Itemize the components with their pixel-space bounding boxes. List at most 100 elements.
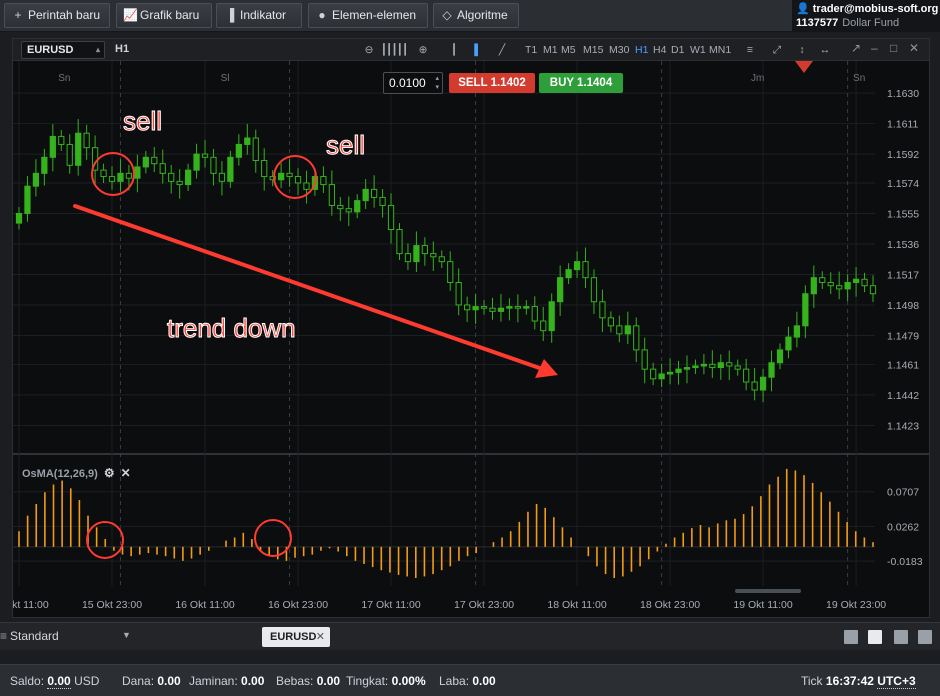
candle	[303, 182, 310, 190]
time-axis-label: 18 Okt 11:00	[547, 599, 607, 611]
candle	[201, 153, 209, 158]
candle	[430, 253, 437, 258]
elements-button[interactable]: ● Elemen-elemen	[308, 3, 428, 28]
timeframe-t1[interactable]: T1	[525, 42, 537, 58]
candle	[751, 381, 758, 391]
candle	[142, 156, 149, 168]
new-order-button[interactable]: + Perintah baru	[4, 3, 110, 28]
candle	[734, 365, 741, 370]
indicator-tick-label: 0.0262	[887, 521, 919, 533]
indicators-button[interactable]: ▐ Indikator	[216, 3, 302, 28]
timeframe-w1[interactable]: W1	[690, 42, 706, 58]
candlestick-icon[interactable]: ▌	[471, 42, 485, 58]
detach-icon[interactable]: ↗	[851, 41, 861, 55]
candle	[633, 325, 640, 351]
candle	[49, 135, 56, 158]
candle	[666, 371, 674, 375]
candle	[675, 368, 682, 373]
zoom-slider[interactable]: ┃┃┃┃┃	[379, 42, 409, 58]
timeframe-h1[interactable]: H1	[635, 42, 648, 58]
candle	[497, 307, 505, 312]
layout-single-icon[interactable]	[844, 630, 858, 644]
candle	[836, 285, 843, 290]
indicator-close-icon[interactable]: ✕	[121, 466, 131, 480]
sell-label: SELL	[458, 77, 488, 89]
candle	[793, 325, 801, 338]
timeframe-d1[interactable]: D1	[671, 42, 684, 58]
horizontal-line-icon[interactable]: ↔	[817, 42, 833, 58]
tingkat-value: 0.00%	[391, 674, 426, 688]
chart-plot[interactable]: 1.1630 1.1611 1.1592 1.1574 1.1555 1.1536 1.15…	[13, 61, 929, 617]
candle	[41, 156, 48, 174]
maximize-icon[interactable]: □	[890, 41, 897, 55]
timezone-select[interactable]: UTC+3	[877, 674, 916, 689]
minimize-icon[interactable]: –	[871, 41, 878, 55]
zoom-out-icon[interactable]: ⊖	[363, 42, 375, 58]
candle	[286, 172, 293, 178]
candle	[785, 336, 792, 351]
buy-price: 1.1404	[577, 77, 613, 89]
timeframe-m5[interactable]: M5	[561, 42, 576, 58]
user-icon: 👤	[796, 3, 810, 15]
sell-button[interactable]: SELL 1.1402	[449, 73, 535, 93]
tab-close-icon[interactable]: ✕	[316, 627, 325, 647]
elements-icon: ●	[318, 8, 326, 22]
candle	[514, 306, 521, 309]
candle	[624, 325, 631, 335]
new-chart-button[interactable]: 📈 Grafik baru	[116, 3, 212, 28]
gear-icon[interactable]: ⚙	[104, 466, 115, 480]
candle	[472, 306, 479, 311]
horizontal-scrollbar[interactable]	[735, 589, 801, 593]
close-icon[interactable]: ✕	[909, 41, 919, 55]
chevron-down-icon[interactable]: ▼	[122, 630, 131, 640]
buy-button[interactable]: BUY 1.1404	[539, 73, 623, 93]
menu-icon[interactable]: ≡	[0, 629, 7, 643]
candle	[345, 208, 352, 213]
timeframe-h4[interactable]: H4	[653, 42, 666, 58]
timeframe-mn1[interactable]: MN1	[709, 42, 731, 58]
line-chart-icon[interactable]: ╱	[495, 42, 509, 58]
candle	[108, 176, 116, 182]
saldo-field: Saldo: 0.00 USD	[10, 674, 99, 689]
candle	[759, 376, 767, 391]
candle	[683, 367, 691, 370]
saldo-label: Saldo:	[10, 674, 45, 688]
candle	[743, 368, 750, 383]
status-bar: Saldo: 0.00 USD Dana: 0.00 Jaminan: 0.00…	[0, 664, 940, 696]
chart-tab[interactable]: EURUSD ✕	[262, 627, 330, 647]
account-email: trader@mobius-soft.org	[812, 3, 939, 15]
candle	[852, 278, 860, 283]
bar-chart-icon[interactable]: ┃	[447, 42, 461, 58]
workspace-select[interactable]: Standard	[10, 629, 59, 643]
vertical-line-icon[interactable]: ↕	[795, 42, 809, 58]
layout-columns-icon[interactable]	[894, 630, 908, 644]
candle	[371, 188, 378, 198]
indicator-pane[interactable]	[13, 457, 929, 586]
new-order-label: Perintah baru	[28, 8, 101, 22]
dana-field: Dana: 0.00	[122, 674, 181, 688]
candle	[83, 132, 90, 149]
time-axis-label: 16 Okt 11:00	[175, 599, 235, 611]
draw-line-icon[interactable]: ⤢	[769, 42, 785, 58]
timeframe-m15[interactable]: M15	[583, 42, 603, 58]
layout-rows-icon[interactable]	[918, 630, 932, 644]
time-axis-label: 16 Okt 23:00	[268, 599, 328, 611]
annotation-sell-1: sell	[122, 106, 163, 137]
chart-settings-icon[interactable]: ≡	[741, 42, 759, 58]
candle	[261, 159, 268, 178]
candle	[362, 188, 369, 202]
indicator-label: OsMA(12,26,9) ⚙ ✕	[22, 466, 131, 480]
lot-size-input[interactable]: 0.0100 ▴ ▾	[383, 72, 443, 94]
candle	[184, 169, 192, 186]
account-box[interactable]: 👤 trader@mobius-soft.org 1137577 Dollar F…	[792, 0, 940, 32]
algorithms-button[interactable]: ◇ Algoritme	[433, 3, 519, 28]
bebas-value: 0.00	[316, 674, 341, 688]
layout-grid-icon[interactable]	[868, 630, 882, 644]
candle	[616, 325, 623, 335]
jaminan-label: Jaminan:	[189, 674, 238, 688]
zoom-in-icon[interactable]: ⊕	[417, 42, 429, 58]
timeframe-m1[interactable]: M1	[543, 42, 558, 58]
symbol-select[interactable]: EURUSD▴▾	[21, 41, 105, 70]
timeframe-m30[interactable]: M30	[609, 42, 629, 58]
spinner-icon: ▴▾	[435, 75, 439, 91]
